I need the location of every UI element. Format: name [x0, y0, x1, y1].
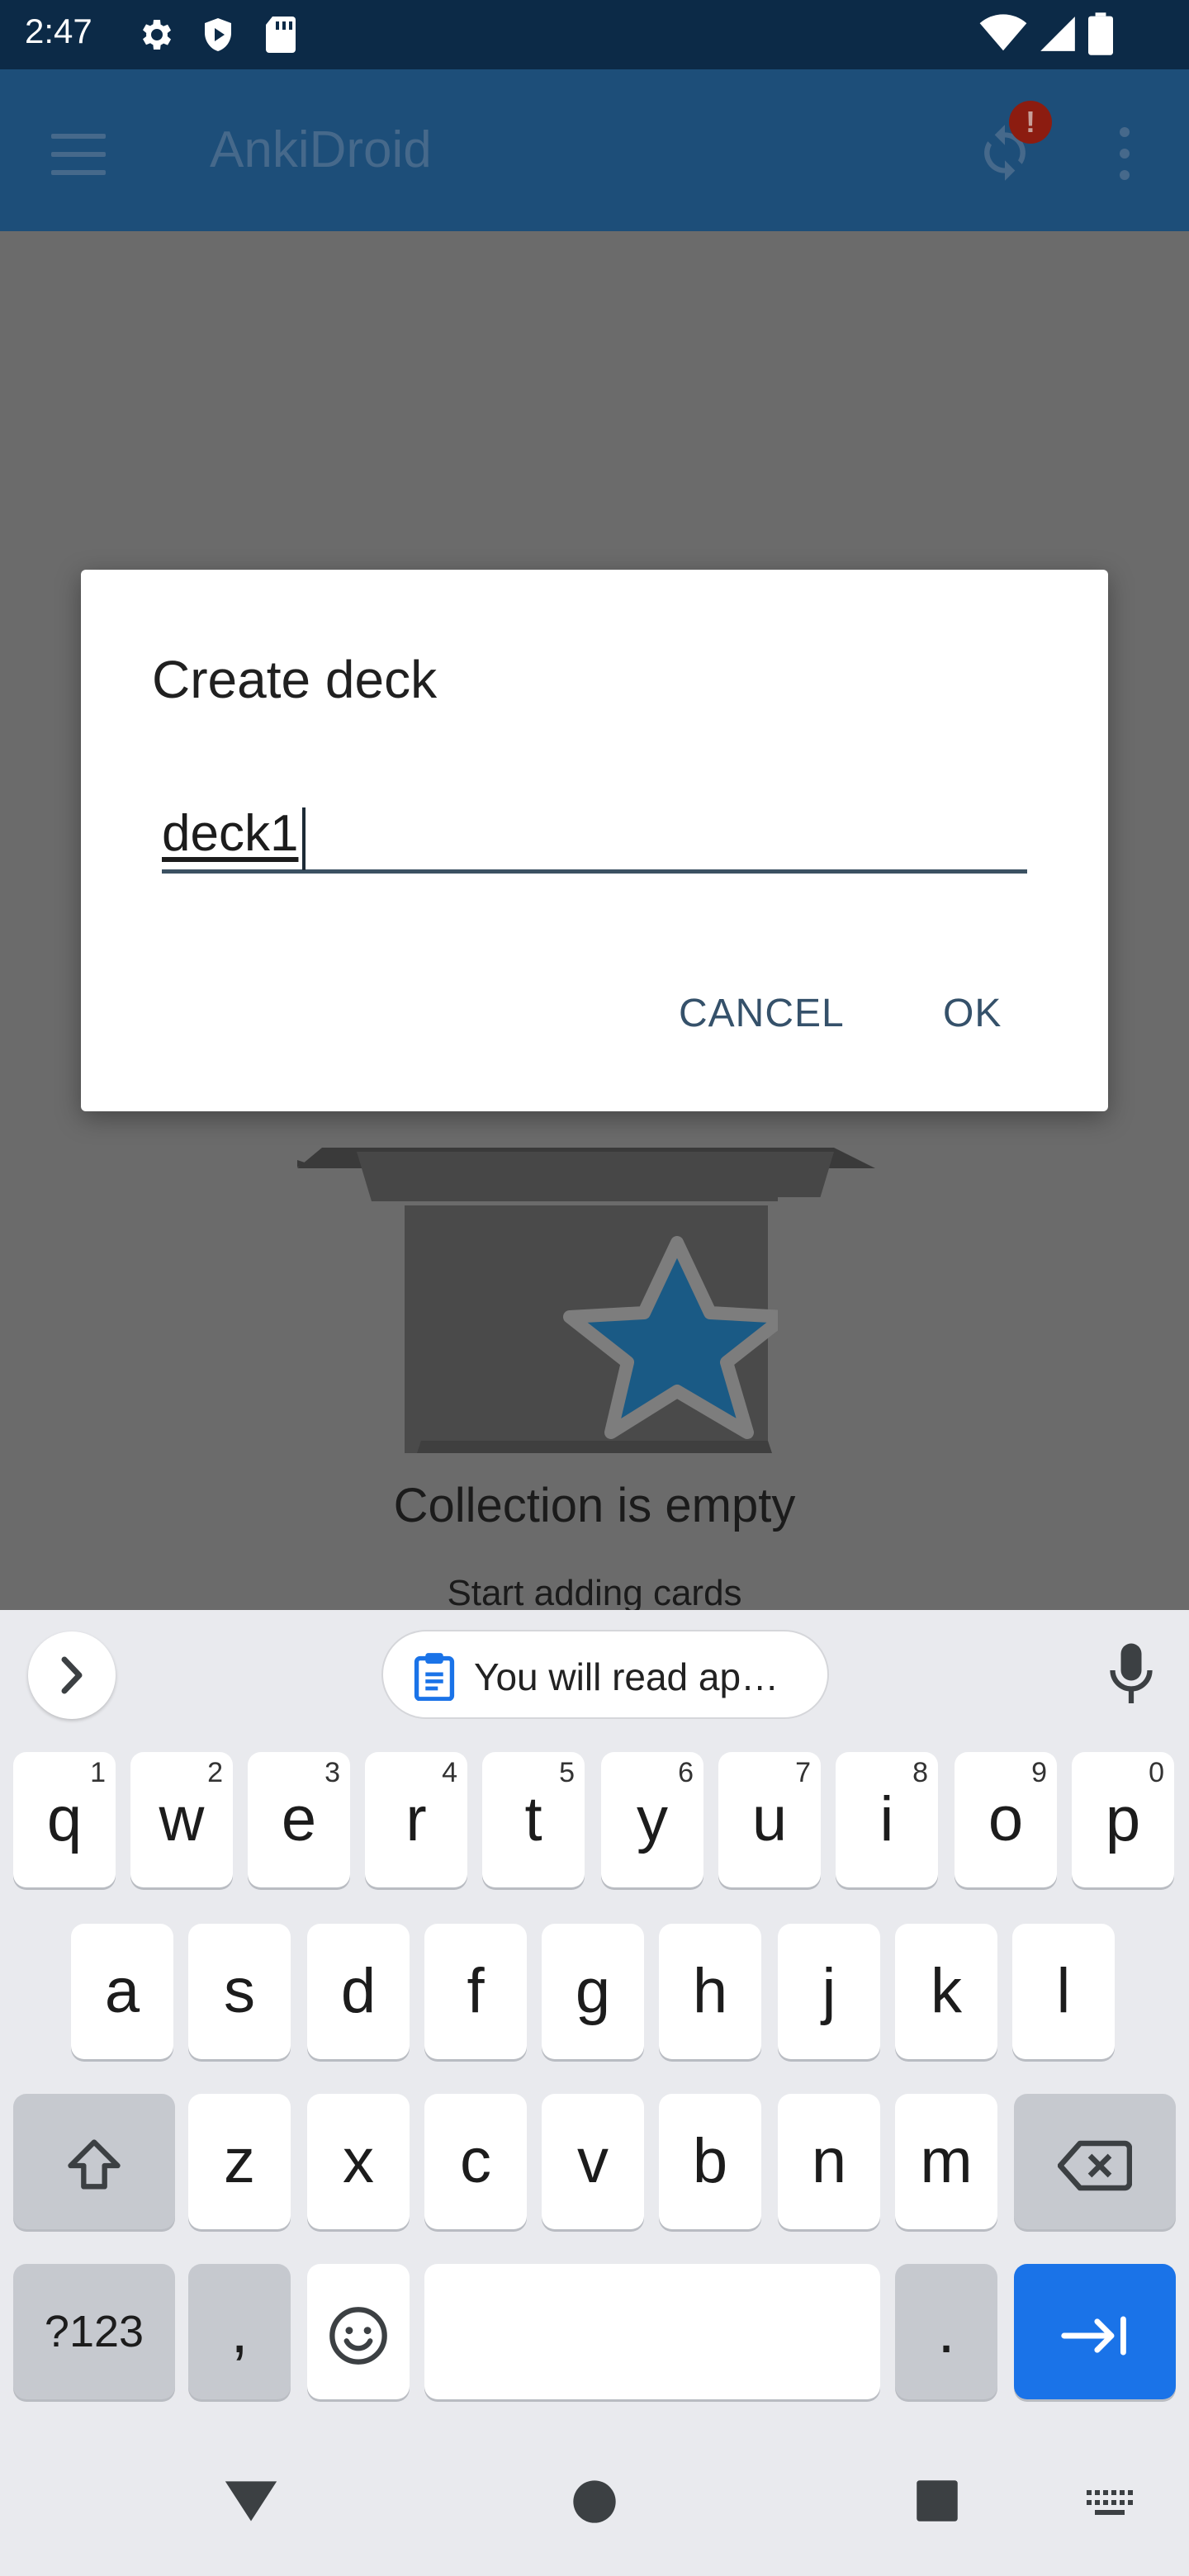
sync-warning-badge: !	[1009, 101, 1052, 144]
key-t[interactable]: t5	[482, 1752, 585, 1887]
navigation-bar	[0, 2436, 1189, 2576]
clipboard-suggestion-text: You will read ap…	[474, 1655, 779, 1698]
settings-icon	[143, 20, 171, 50]
key-f[interactable]: f	[424, 1924, 527, 2059]
status-time: 2:47	[25, 12, 92, 50]
period-key[interactable]: .	[895, 2264, 997, 2399]
key-a[interactable]: a	[71, 1924, 173, 2059]
key-e[interactable]: e3	[248, 1752, 350, 1887]
start-adding-cards-text: Start adding cards	[447, 1573, 742, 1610]
key-y[interactable]: y6	[601, 1752, 703, 1887]
soft-keyboard: You will read ap… q1 w2 e3 r4 t5 y6 u7 i…	[0, 1610, 1189, 2436]
key-k[interactable]: k	[895, 1924, 997, 2059]
wifi-icon	[979, 14, 1027, 51]
key-v[interactable]: v	[542, 2094, 644, 2229]
clipboard-icon	[414, 1653, 455, 1701]
microphone-icon[interactable]	[1106, 1641, 1156, 1707]
status-bar: 2:47	[0, 0, 1189, 69]
key-m[interactable]: m	[895, 2094, 997, 2229]
enter-key[interactable]	[1014, 2264, 1176, 2399]
space-key[interactable]	[424, 2264, 880, 2399]
tab-next-icon	[1061, 2316, 1126, 2356]
key-z[interactable]: z	[188, 2094, 291, 2229]
overflow-menu-icon[interactable]	[1120, 127, 1133, 185]
recents-icon[interactable]	[915, 2479, 959, 2523]
key-n[interactable]: n	[778, 2094, 880, 2229]
shift-key[interactable]	[13, 2094, 175, 2229]
home-icon[interactable]	[571, 2479, 618, 2525]
key-s[interactable]: s	[188, 1924, 291, 2059]
key-i[interactable]: i8	[836, 1752, 938, 1887]
keyboard-switch-icon[interactable]	[1085, 2488, 1133, 2518]
shift-icon	[68, 2139, 121, 2190]
battery-icon	[1088, 12, 1113, 55]
key-q[interactable]: q1	[13, 1752, 116, 1887]
create-deck-dialog: Create deck deck1 CANCEL OK	[81, 570, 1108, 1111]
key-d[interactable]: d	[307, 1924, 410, 2059]
comma-key[interactable]: ,	[188, 2264, 291, 2399]
backspace-icon	[1057, 2140, 1133, 2191]
sd-card-icon	[266, 17, 296, 53]
chevron-right-icon	[61, 1656, 83, 1694]
key-g[interactable]: g	[542, 1924, 644, 2059]
app-bar: AnkiDroid !	[0, 69, 1189, 231]
key-b[interactable]: b	[659, 2094, 761, 2229]
expand-toolbar-button[interactable]	[28, 1631, 116, 1719]
ok-button[interactable]: OK	[943, 991, 1002, 1036]
backspace-key[interactable]	[1014, 2094, 1176, 2229]
key-h[interactable]: h	[659, 1924, 761, 2059]
app-title: AnkiDroid	[210, 121, 432, 178]
emoji-key[interactable]	[307, 2264, 410, 2399]
key-j[interactable]: j	[778, 1924, 880, 2059]
clipboard-suggestion-chip[interactable]: You will read ap…	[381, 1630, 829, 1719]
suggestion-bar: You will read ap…	[0, 1610, 1189, 1734]
dialog-title: Create deck	[152, 650, 438, 709]
text-caret	[302, 807, 306, 870]
key-w[interactable]: w2	[130, 1752, 233, 1887]
key-p[interactable]: p0	[1072, 1752, 1174, 1887]
key-u[interactable]: u7	[718, 1752, 821, 1887]
key-r[interactable]: r4	[365, 1752, 467, 1887]
shield-play-icon	[205, 18, 231, 51]
cell-signal-icon	[1040, 17, 1075, 51]
emoji-icon	[329, 2307, 387, 2365]
key-x[interactable]: x	[307, 2094, 410, 2229]
symbols-key[interactable]: ?123	[13, 2264, 175, 2399]
cancel-button[interactable]: CANCEL	[679, 991, 845, 1036]
deck-name-value: deck1	[162, 805, 299, 862]
key-c[interactable]: c	[424, 2094, 527, 2229]
key-o[interactable]: o9	[955, 1752, 1057, 1887]
key-l[interactable]: l	[1012, 1924, 1115, 2059]
back-icon[interactable]	[223, 2475, 279, 2525]
empty-collection-title: Collection is empty	[393, 1479, 796, 1532]
menu-icon[interactable]	[51, 134, 106, 175]
empty-collection-illustration	[297, 1148, 892, 1453]
